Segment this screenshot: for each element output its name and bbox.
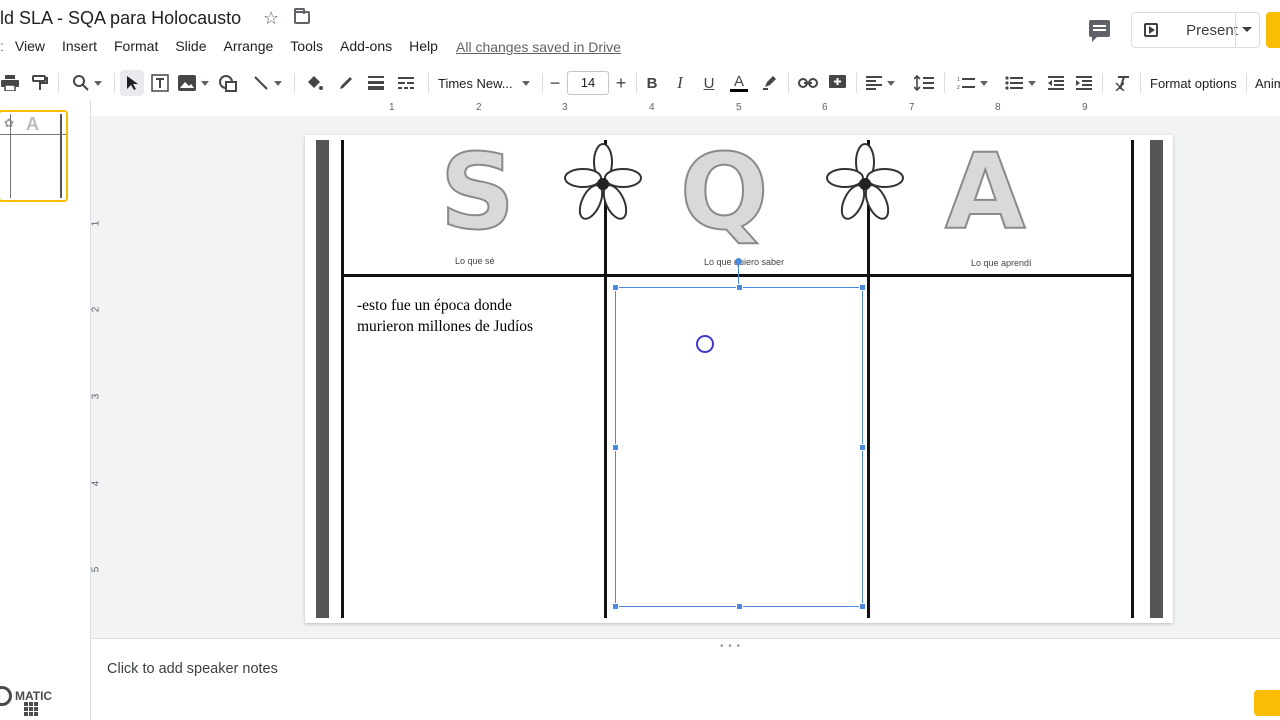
svg-text:1: 1 [957,77,960,83]
resize-handle[interactable] [859,284,866,291]
increase-font-size-button[interactable]: + [612,66,630,100]
menu-item-insert[interactable]: Insert [62,38,97,58]
toolbar: Times New... − 14 + B I U A 12 Format op… [0,66,1280,100]
line-icon[interactable] [246,66,288,100]
text-color-button[interactable]: A [727,66,751,100]
letter-s: S [439,131,516,253]
shape-icon[interactable] [216,66,240,100]
vertical-ruler: 1 2 3 4 5 [90,220,102,573]
present-icon [1144,23,1158,37]
menu-item-slide[interactable]: Slide [175,38,206,58]
notes-divider[interactable] [91,638,1280,648]
menu-item-tools[interactable]: Tools [290,38,323,58]
present-button[interactable]: Present [1131,12,1260,48]
watermark-logo: MATIC [0,686,64,716]
insert-comment-icon[interactable] [826,66,848,100]
fill-color-icon[interactable] [302,66,326,100]
thumbnail-letter: A [26,114,39,134]
present-label: Present [1186,22,1238,39]
rotate-handle-line [738,263,739,285]
font-size-input[interactable]: 14 [567,71,609,95]
format-options-button[interactable]: Format options [1150,66,1237,100]
resize-handle[interactable] [736,603,743,610]
select-cursor-icon[interactable] [120,70,144,96]
resize-handle[interactable] [859,603,866,610]
chevron-down-icon[interactable] [1242,27,1252,32]
print-icon[interactable] [0,66,20,100]
flower-icon [564,143,642,220]
menu-item-addons[interactable]: Add-ons [340,38,392,58]
border-color-icon[interactable] [334,66,358,100]
text-color-icon: A [729,74,748,92]
text-box-icon[interactable] [149,66,171,100]
present-divider [1235,13,1236,47]
font-family-label: Times New... [438,75,513,91]
numbered-list-icon[interactable]: 12 [952,66,992,100]
decrease-font-size-button[interactable]: − [546,66,564,100]
menu-item-arrange[interactable]: Arrange [223,38,273,58]
animate-button[interactable]: Anim [1255,66,1280,100]
selected-text-box[interactable] [612,284,866,610]
insert-image-icon[interactable] [176,66,210,100]
side-panel-toggle[interactable] [1254,690,1280,716]
column-line [341,140,344,618]
caption-learned: Lo que aprendí [971,258,1032,268]
caption-know: Lo que sé [455,256,495,266]
comment-history-icon[interactable] [1089,20,1110,42]
menu-item-format[interactable]: Format [114,38,158,58]
svg-text:2: 2 [957,85,960,90]
slide[interactable]: S Q A Lo que sé Lo que quiero saber Lo q… [305,135,1173,623]
increase-indent-icon[interactable] [1073,66,1095,100]
share-button[interactable] [1266,12,1280,48]
border-weight-icon[interactable] [364,66,388,100]
slide-text-line: murieron millones de Judíos [357,318,534,335]
move-to-folder-icon[interactable] [294,8,310,24]
right-border-bar [1150,140,1163,618]
horizontal-ruler: 1 2 3 4 5 6 7 8 9 [389,102,1088,113]
cursor-highlight-icon [696,335,714,353]
save-status-link[interactable]: All changes saved in Drive [456,39,621,55]
logo-grid-icon [24,702,38,716]
document-title[interactable]: ld SLA - SQA para Holocausto [0,8,241,29]
font-family-select[interactable]: Times New... [438,66,538,100]
zoom-icon[interactable] [66,66,108,100]
insert-link-icon[interactable] [796,66,820,100]
letter-q: Q [679,131,769,253]
logo-ring-icon [0,686,12,706]
resize-handle[interactable] [859,444,866,451]
border-dash-icon[interactable] [394,66,418,100]
line-spacing-icon[interactable] [912,66,936,100]
resize-handle[interactable] [736,284,743,291]
italic-button[interactable]: I [670,66,690,100]
menu-item-view[interactable]: View [15,38,45,58]
slide-text-line: -esto fue un época donde [357,297,512,314]
resize-handle[interactable] [612,444,619,451]
resize-handle[interactable] [612,603,619,610]
paint-format-icon[interactable] [30,66,50,100]
flower-icon [826,143,904,220]
speaker-notes[interactable]: Click to add speaker notes [107,661,278,677]
highlight-color-icon[interactable] [759,66,781,100]
watermark-text: MATIC [15,689,53,703]
slide-text-box[interactable]: -esto fue un época donde murieron millon… [357,295,577,337]
menu-bar: ː View Insert Format Slide Arrange Tools… [0,38,455,58]
underline-button[interactable]: U [699,66,719,100]
star-icon[interactable]: ☆ [263,8,279,29]
letter-a: A [944,131,1026,253]
drag-handle-icon[interactable]: • • • [720,641,741,652]
menu-item-partial[interactable]: ː [0,38,4,58]
resize-handle[interactable] [612,284,619,291]
column-line [1131,140,1134,618]
align-icon[interactable] [862,66,898,100]
bulleted-list-icon[interactable] [1000,66,1040,100]
left-border-bar [316,140,329,618]
slide-thumbnail[interactable]: ✿ A [0,110,68,202]
decrease-indent-icon[interactable] [1045,66,1067,100]
menu-item-help[interactable]: Help [409,38,438,58]
caption-want: Lo que quiero saber [704,257,785,267]
bold-button[interactable]: B [642,66,662,100]
clear-formatting-icon[interactable] [1112,66,1134,100]
